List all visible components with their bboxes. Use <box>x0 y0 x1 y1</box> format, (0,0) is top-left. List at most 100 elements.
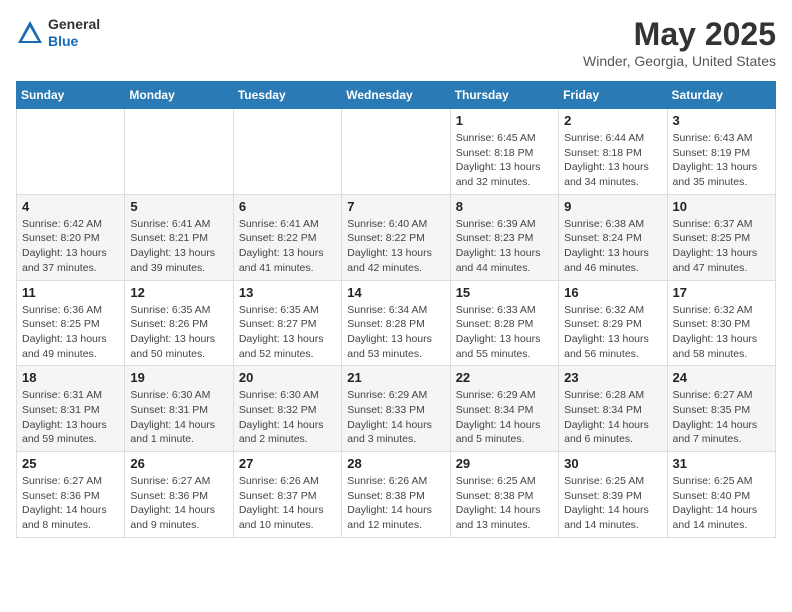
main-title: May 2025 <box>583 16 776 53</box>
calendar-cell: 13 Sunrise: 6:35 AM Sunset: 8:27 PM Dayli… <box>233 280 341 366</box>
day-info: Sunrise: 6:27 AM Sunset: 8:36 PM Dayligh… <box>22 474 119 533</box>
calendar-cell: 7 Sunrise: 6:40 AM Sunset: 8:22 PM Daylig… <box>342 194 450 280</box>
day-info: Sunrise: 6:32 AM Sunset: 8:30 PM Dayligh… <box>673 303 770 362</box>
day-number: 27 <box>239 456 336 471</box>
day-info: Sunrise: 6:25 AM Sunset: 8:40 PM Dayligh… <box>673 474 770 533</box>
calendar-cell: 26 Sunrise: 6:27 AM Sunset: 8:36 PM Dayli… <box>125 452 233 538</box>
day-number: 6 <box>239 199 336 214</box>
calendar-cell: 18Sunrise: 6:31 AM Sunset: 8:31 PM Dayli… <box>17 366 125 452</box>
title-block: May 2025 Winder, Georgia, United States <box>583 16 776 69</box>
calendar-cell: 2 Sunrise: 6:44 AM Sunset: 8:18 PM Daylig… <box>559 109 667 195</box>
calendar-cell: 27 Sunrise: 6:26 AM Sunset: 8:37 PM Dayli… <box>233 452 341 538</box>
day-number: 9 <box>564 199 661 214</box>
calendar-table: SundayMondayTuesdayWednesdayThursdayFrid… <box>16 81 776 538</box>
day-info: Sunrise: 6:30 AM Sunset: 8:32 PM Dayligh… <box>239 388 336 447</box>
day-number: 4 <box>22 199 119 214</box>
day-number: 16 <box>564 285 661 300</box>
calendar-cell <box>17 109 125 195</box>
day-info: Sunrise: 6:29 AM Sunset: 8:33 PM Dayligh… <box>347 388 444 447</box>
calendar-cell <box>342 109 450 195</box>
calendar-cell: 1Sunrise: 6:45 AM Sunset: 8:18 PM Daylig… <box>450 109 558 195</box>
day-info: Sunrise: 6:25 AM Sunset: 8:38 PM Dayligh… <box>456 474 553 533</box>
calendar-cell: 24 Sunrise: 6:27 AM Sunset: 8:35 PM Dayli… <box>667 366 775 452</box>
day-number: 11 <box>22 285 119 300</box>
logo-text: General Blue <box>48 16 100 50</box>
day-info: Sunrise: 6:35 AM Sunset: 8:27 PM Dayligh… <box>239 303 336 362</box>
day-info: Sunrise: 6:43 AM Sunset: 8:19 PM Dayligh… <box>673 131 770 190</box>
day-number: 17 <box>673 285 770 300</box>
header-day-monday: Monday <box>125 82 233 109</box>
day-info: Sunrise: 6:37 AM Sunset: 8:25 PM Dayligh… <box>673 217 770 276</box>
calendar-cell: 5Sunrise: 6:41 AM Sunset: 8:21 PM Daylig… <box>125 194 233 280</box>
calendar-cell: 9 Sunrise: 6:38 AM Sunset: 8:24 PM Daylig… <box>559 194 667 280</box>
calendar-cell: 31 Sunrise: 6:25 AM Sunset: 8:40 PM Dayli… <box>667 452 775 538</box>
week-row-5: 25 Sunrise: 6:27 AM Sunset: 8:36 PM Dayli… <box>17 452 776 538</box>
day-info: Sunrise: 6:29 AM Sunset: 8:34 PM Dayligh… <box>456 388 553 447</box>
day-info: Sunrise: 6:26 AM Sunset: 8:37 PM Dayligh… <box>239 474 336 533</box>
day-number: 14 <box>347 285 444 300</box>
subtitle: Winder, Georgia, United States <box>583 53 776 69</box>
day-number: 5 <box>130 199 227 214</box>
day-number: 26 <box>130 456 227 471</box>
day-number: 18 <box>22 370 119 385</box>
day-info: Sunrise: 6:25 AM Sunset: 8:39 PM Dayligh… <box>564 474 661 533</box>
calendar-cell: 6 Sunrise: 6:41 AM Sunset: 8:22 PM Daylig… <box>233 194 341 280</box>
calendar-cell: 25 Sunrise: 6:27 AM Sunset: 8:36 PM Dayli… <box>17 452 125 538</box>
calendar-cell: 30Sunrise: 6:25 AM Sunset: 8:39 PM Dayli… <box>559 452 667 538</box>
week-row-1: 1Sunrise: 6:45 AM Sunset: 8:18 PM Daylig… <box>17 109 776 195</box>
day-number: 3 <box>673 113 770 128</box>
header-day-wednesday: Wednesday <box>342 82 450 109</box>
day-info: Sunrise: 6:39 AM Sunset: 8:23 PM Dayligh… <box>456 217 553 276</box>
day-number: 8 <box>456 199 553 214</box>
day-info: Sunrise: 6:32 AM Sunset: 8:29 PM Dayligh… <box>564 303 661 362</box>
calendar-cell: 11Sunrise: 6:36 AM Sunset: 8:25 PM Dayli… <box>17 280 125 366</box>
day-number: 12 <box>130 285 227 300</box>
day-info: Sunrise: 6:45 AM Sunset: 8:18 PM Dayligh… <box>456 131 553 190</box>
header-day-thursday: Thursday <box>450 82 558 109</box>
day-info: Sunrise: 6:26 AM Sunset: 8:38 PM Dayligh… <box>347 474 444 533</box>
week-row-2: 4 Sunrise: 6:42 AM Sunset: 8:20 PM Daylig… <box>17 194 776 280</box>
header-row: SundayMondayTuesdayWednesdayThursdayFrid… <box>17 82 776 109</box>
day-number: 29 <box>456 456 553 471</box>
calendar-cell <box>125 109 233 195</box>
day-number: 23 <box>564 370 661 385</box>
logo-general-text: General <box>48 16 100 33</box>
day-number: 13 <box>239 285 336 300</box>
day-number: 28 <box>347 456 444 471</box>
week-row-3: 11Sunrise: 6:36 AM Sunset: 8:25 PM Dayli… <box>17 280 776 366</box>
day-number: 20 <box>239 370 336 385</box>
day-info: Sunrise: 6:34 AM Sunset: 8:28 PM Dayligh… <box>347 303 444 362</box>
calendar-cell: 22Sunrise: 6:29 AM Sunset: 8:34 PM Dayli… <box>450 366 558 452</box>
calendar-cell: 4 Sunrise: 6:42 AM Sunset: 8:20 PM Daylig… <box>17 194 125 280</box>
day-info: Sunrise: 6:27 AM Sunset: 8:35 PM Dayligh… <box>673 388 770 447</box>
day-info: Sunrise: 6:28 AM Sunset: 8:34 PM Dayligh… <box>564 388 661 447</box>
day-number: 31 <box>673 456 770 471</box>
day-info: Sunrise: 6:41 AM Sunset: 8:22 PM Dayligh… <box>239 217 336 276</box>
day-number: 25 <box>22 456 119 471</box>
day-info: Sunrise: 6:35 AM Sunset: 8:26 PM Dayligh… <box>130 303 227 362</box>
calendar-cell: 21 Sunrise: 6:29 AM Sunset: 8:33 PM Dayli… <box>342 366 450 452</box>
header-day-tuesday: Tuesday <box>233 82 341 109</box>
week-row-4: 18Sunrise: 6:31 AM Sunset: 8:31 PM Dayli… <box>17 366 776 452</box>
day-number: 15 <box>456 285 553 300</box>
day-info: Sunrise: 6:40 AM Sunset: 8:22 PM Dayligh… <box>347 217 444 276</box>
logo: General Blue <box>16 16 100 50</box>
day-info: Sunrise: 6:30 AM Sunset: 8:31 PM Dayligh… <box>130 388 227 447</box>
calendar-cell: 29 Sunrise: 6:25 AM Sunset: 8:38 PM Dayli… <box>450 452 558 538</box>
day-number: 2 <box>564 113 661 128</box>
day-number: 19 <box>130 370 227 385</box>
logo-blue-text: Blue <box>48 33 100 50</box>
header-day-sunday: Sunday <box>17 82 125 109</box>
calendar-cell: 3 Sunrise: 6:43 AM Sunset: 8:19 PM Daylig… <box>667 109 775 195</box>
calendar-cell: 15Sunrise: 6:33 AM Sunset: 8:28 PM Dayli… <box>450 280 558 366</box>
calendar-cell: 12 Sunrise: 6:35 AM Sunset: 8:26 PM Dayli… <box>125 280 233 366</box>
day-number: 24 <box>673 370 770 385</box>
calendar-cell: 16 Sunrise: 6:32 AM Sunset: 8:29 PM Dayli… <box>559 280 667 366</box>
calendar-cell: 17 Sunrise: 6:32 AM Sunset: 8:30 PM Dayli… <box>667 280 775 366</box>
day-info: Sunrise: 6:27 AM Sunset: 8:36 PM Dayligh… <box>130 474 227 533</box>
day-number: 21 <box>347 370 444 385</box>
day-number: 7 <box>347 199 444 214</box>
day-info: Sunrise: 6:38 AM Sunset: 8:24 PM Dayligh… <box>564 217 661 276</box>
day-info: Sunrise: 6:42 AM Sunset: 8:20 PM Dayligh… <box>22 217 119 276</box>
day-info: Sunrise: 6:44 AM Sunset: 8:18 PM Dayligh… <box>564 131 661 190</box>
